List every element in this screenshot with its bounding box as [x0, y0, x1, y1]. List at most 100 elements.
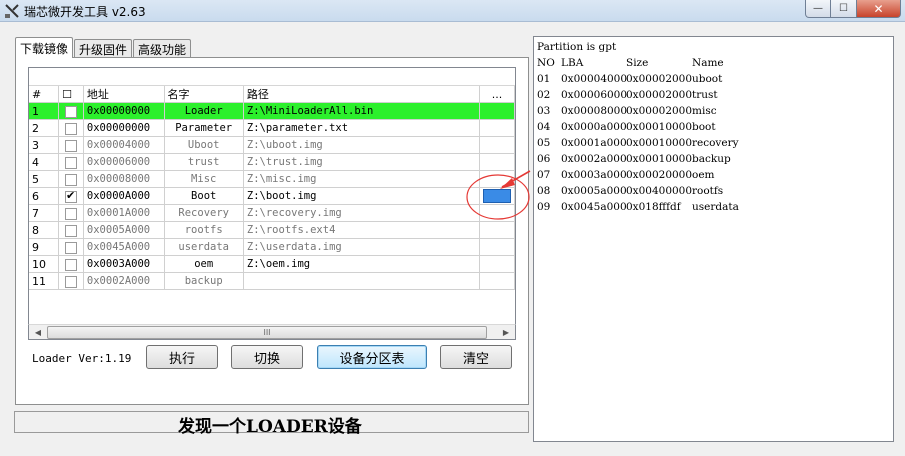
row-path[interactable]: Z:\uboot.img [243, 136, 480, 154]
row-path[interactable] [243, 272, 480, 290]
row-checkbox[interactable] [58, 221, 84, 239]
horizontal-scrollbar[interactable]: ◀ III ▶ [28, 324, 516, 340]
table-row[interactable]: 10 0x0003A000 oem Z:\oem.img [29, 255, 515, 273]
close-button[interactable]: ✕ [857, 0, 901, 18]
log-header: Partition is gpt [537, 41, 617, 53]
row-browse-cell[interactable] [479, 272, 515, 290]
row-browse-cell[interactable] [479, 119, 515, 137]
row-checkbox[interactable] [58, 136, 84, 154]
table-row[interactable]: 3 0x00004000 Uboot Z:\uboot.img [29, 136, 515, 154]
header-more[interactable]: ... [479, 86, 515, 103]
log-panel[interactable]: Partition is gpt NO LBA Size Name 01 0x00… [533, 36, 894, 442]
scroll-thumb[interactable]: III [47, 326, 487, 339]
row-checkbox[interactable] [58, 255, 84, 273]
header-path: 路径 [243, 86, 480, 103]
minimize-button[interactable]: — [805, 0, 831, 18]
row-browse-cell[interactable] [479, 153, 515, 171]
tab-advanced[interactable]: 高级功能 [133, 39, 192, 58]
log-row: 03 0x00008000 0x00002000 misc [537, 105, 717, 117]
row-name: oem [164, 255, 244, 273]
checkbox[interactable] [65, 224, 78, 237]
row-number: 7 [29, 204, 60, 222]
partition-table-button[interactable]: 设备分区表 [317, 345, 427, 369]
checkbox[interactable] [65, 207, 78, 220]
header-check[interactable]: ☐ [58, 86, 84, 103]
row-path[interactable]: Z:\trust.img [243, 153, 480, 171]
row-address: 0x0001A000 [83, 204, 165, 222]
table-row[interactable]: 4 0x00006000 trust Z:\trust.img [29, 153, 515, 171]
scroll-right-icon[interactable]: ▶ [499, 326, 513, 339]
row-number: 10 [29, 255, 60, 273]
table-row[interactable]: 11 0x0002A000 backup [29, 272, 515, 290]
log-columns: NO LBA Size Name [537, 57, 724, 69]
maximize-button[interactable]: ☐ [831, 0, 857, 18]
clear-button[interactable]: 清空 [440, 345, 512, 369]
row-checkbox[interactable] [58, 272, 84, 290]
row-address: 0x00004000 [83, 136, 165, 154]
row-path[interactable]: Z:\recovery.img [243, 204, 480, 222]
row-path[interactable]: Z:\rootfs.ext4 [243, 221, 480, 239]
table-row[interactable]: 2 0x00000000 Parameter Z:\parameter.txt [29, 119, 515, 137]
title-bar: 瑞芯微开发工具 v2.63 — ☐ ✕ [0, 0, 905, 22]
row-path[interactable]: Z:\misc.img [243, 170, 480, 188]
row-path[interactable]: Z:\oem.img [243, 255, 480, 273]
log-row: 01 0x00004000 0x00002000 uboot [537, 73, 723, 85]
row-checkbox[interactable] [58, 119, 84, 137]
row-number: 5 [29, 170, 60, 188]
log-row: 08 0x0005a000 0x00400000 rootfs [537, 185, 724, 197]
checkbox[interactable] [65, 275, 78, 288]
checkbox[interactable] [65, 105, 78, 118]
row-browse-cell[interactable] [479, 238, 515, 256]
table-row[interactable]: 6 0x0000A000BootZ:\boot.img [29, 187, 515, 205]
row-browse-cell[interactable] [479, 136, 515, 154]
row-name: Loader [164, 102, 244, 120]
row-address: 0x00008000 [83, 170, 165, 188]
row-name: userdata [164, 238, 244, 256]
checkbox[interactable] [65, 189, 78, 203]
checkbox[interactable] [65, 173, 78, 186]
row-name: Boot [164, 187, 244, 205]
row-browse-cell[interactable] [479, 221, 515, 239]
switch-button[interactable]: 切换 [231, 345, 303, 369]
checkbox[interactable] [65, 241, 78, 254]
row-checkbox[interactable] [58, 170, 84, 188]
row-checkbox[interactable] [58, 238, 84, 256]
table-row[interactable]: 9 0x0045A000 userdata Z:\userdata.img [29, 238, 515, 256]
row-checkbox[interactable] [58, 102, 84, 120]
row-browse-cell[interactable] [479, 170, 515, 188]
row-browse-cell[interactable] [479, 255, 515, 273]
row-name: trust [164, 153, 244, 171]
row-number: 1 [29, 102, 60, 120]
tab-upgrade-firmware[interactable]: 升级固件 [74, 39, 133, 58]
table-row[interactable]: 7 0x0001A000 Recovery Z:\recovery.img [29, 204, 515, 222]
row-checkbox[interactable] [58, 153, 84, 171]
row-name: backup [164, 272, 244, 290]
table-row[interactable]: 8 0x0005A000 rootfs Z:\rootfs.ext4 [29, 221, 515, 239]
row-number: 2 [29, 119, 60, 137]
scroll-left-icon[interactable]: ◀ [31, 326, 45, 339]
table-row[interactable]: 5 0x00008000 Misc Z:\misc.img [29, 170, 515, 188]
row-browse-cell[interactable] [479, 102, 515, 120]
row-checkbox[interactable] [58, 187, 84, 205]
checkbox[interactable] [65, 156, 78, 169]
log-row: 02 0x00006000 0x00002000 trust [537, 89, 718, 101]
row-address: 0x00006000 [83, 153, 165, 171]
row-name: Recovery [164, 204, 244, 222]
row-name: rootfs [164, 221, 244, 239]
selected-browse-cell[interactable] [482, 189, 511, 203]
row-number: 11 [29, 272, 60, 290]
row-checkbox[interactable] [58, 204, 84, 222]
tab-download-image[interactable]: 下载镜像 [15, 37, 74, 58]
checkbox[interactable] [65, 139, 78, 152]
run-button[interactable]: 执行 [146, 345, 218, 369]
row-browse-cell[interactable] [479, 187, 515, 205]
row-path[interactable]: Z:\userdata.img [243, 238, 480, 256]
log-row: 07 0x0003a000 0x00020000 oem [537, 169, 715, 181]
row-path[interactable]: Z:\MiniLoaderAll.bin [243, 102, 480, 120]
checkbox[interactable] [65, 122, 78, 135]
row-browse-cell[interactable] [479, 204, 515, 222]
row-path[interactable]: Z:\boot.img [243, 187, 480, 205]
row-path[interactable]: Z:\parameter.txt [243, 119, 480, 137]
checkbox[interactable] [65, 258, 78, 271]
table-row[interactable]: 1 0x00000000 Loader Z:\MiniLoaderAll.bin [29, 102, 515, 120]
